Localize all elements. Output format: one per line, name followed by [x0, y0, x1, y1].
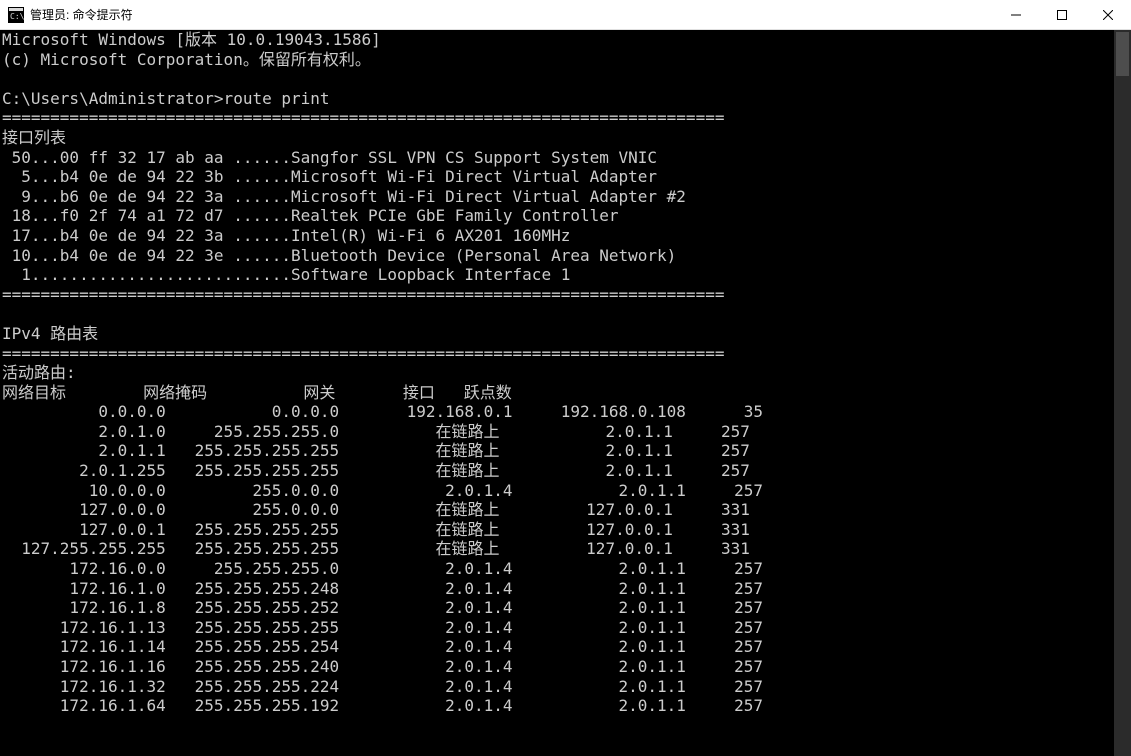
window-titlebar[interactable]: C:\ 管理员: 命令提示符 [0, 0, 1131, 30]
vertical-scrollbar[interactable] [1114, 30, 1131, 756]
terminal-area[interactable]: Microsoft Windows [版本 10.0.19043.1586] (… [0, 30, 1131, 756]
cmd-icon: C:\ [8, 7, 24, 23]
scrollbar-thumb[interactable] [1116, 32, 1129, 76]
close-button[interactable] [1085, 0, 1131, 30]
window-title: 管理员: 命令提示符 [30, 6, 133, 23]
terminal-output: Microsoft Windows [版本 10.0.19043.1586] (… [0, 30, 1114, 716]
svg-text:C:\: C:\ [10, 12, 24, 21]
maximize-button[interactable] [1039, 0, 1085, 30]
minimize-button[interactable] [993, 0, 1039, 30]
